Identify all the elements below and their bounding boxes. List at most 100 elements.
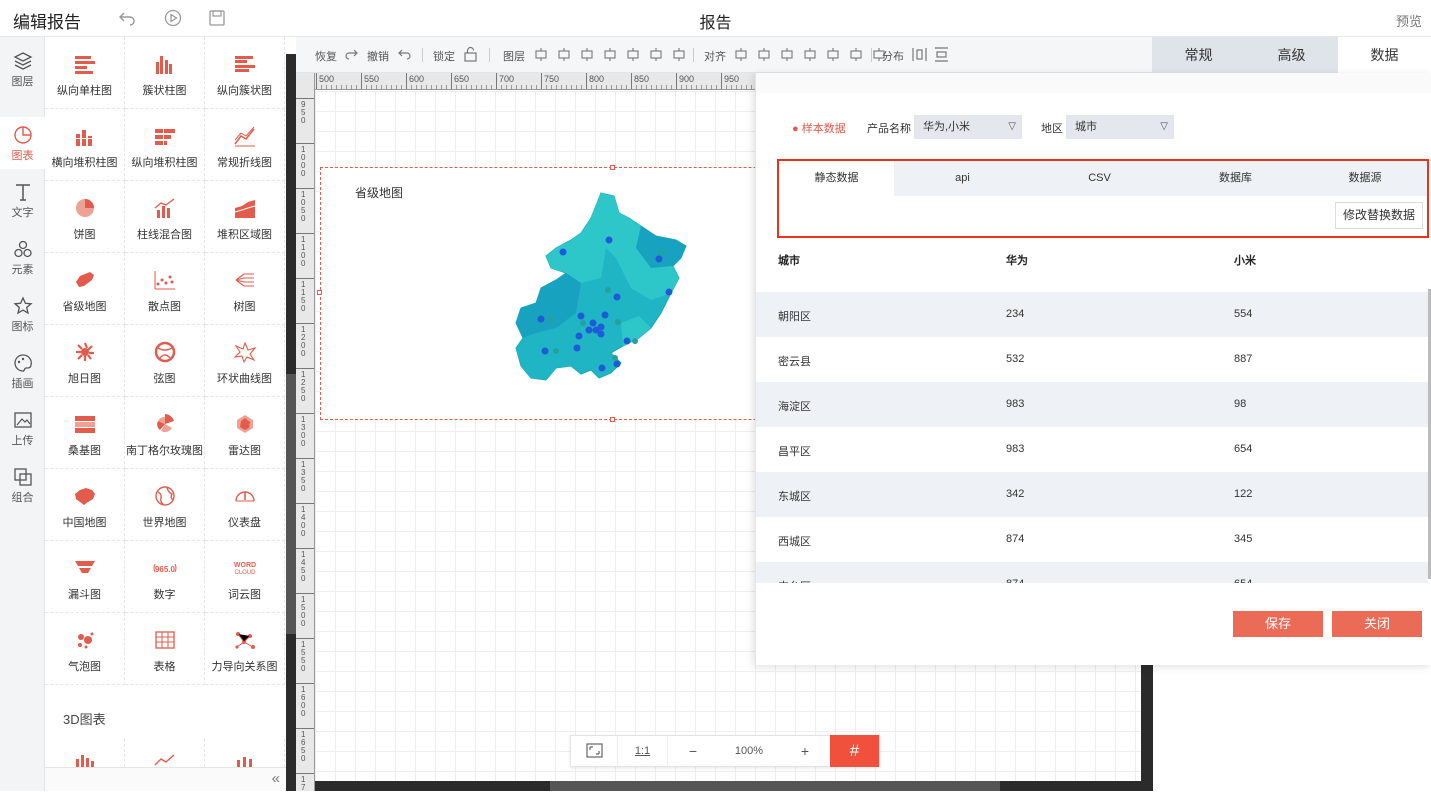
bring-top-icon[interactable] xyxy=(580,47,594,62)
layer-button[interactable]: 图层 xyxy=(503,48,525,64)
chart-item[interactable]: 弦图 xyxy=(125,325,205,397)
nav-charts[interactable]: 图表 xyxy=(0,117,45,169)
bring-front-icon[interactable] xyxy=(557,47,571,62)
chart-item[interactable]: 桑基图 xyxy=(45,397,125,469)
redo-button[interactable]: 恢复 xyxy=(315,48,337,64)
align-bottom-icon[interactable] xyxy=(849,47,863,62)
chart-item[interactable]: 纵向簇状图 xyxy=(205,37,285,109)
chart-item[interactable]: 旭日图 xyxy=(45,325,125,397)
replace-data-button[interactable]: 修改替换数据 xyxy=(1335,202,1423,229)
nav-text[interactable]: 文字 xyxy=(0,174,45,226)
copy-icon[interactable] xyxy=(672,47,686,62)
align-left-icon[interactable] xyxy=(734,47,748,62)
nav-group[interactable]: 组合 xyxy=(0,459,45,511)
chart-item[interactable]: 纵向堆积柱图 xyxy=(125,109,205,181)
align-top-icon[interactable] xyxy=(803,47,817,62)
grid-toggle-button[interactable]: # xyxy=(830,735,879,767)
tab-static-data[interactable]: 静态数据 xyxy=(779,161,894,196)
chart-item[interactable]: 力导向关系图 xyxy=(205,613,285,685)
chart-item[interactable]: 气泡图 xyxy=(45,613,125,685)
tab-csv[interactable]: CSV xyxy=(1031,161,1168,196)
tab-advanced[interactable]: 高级 xyxy=(1245,37,1338,73)
align-right-icon[interactable] xyxy=(780,47,794,62)
svg-text:CLOUD: CLOUD xyxy=(234,570,256,576)
table-row[interactable]: 丰台区 874 654 xyxy=(756,562,1428,583)
chart-item[interactable]: 柱线混合图 xyxy=(125,181,205,253)
preview-button[interactable]: 预览 xyxy=(1396,11,1422,30)
table-row[interactable]: 密云县 532 887 xyxy=(756,337,1428,382)
chart-item[interactable]: 树图 xyxy=(205,253,285,325)
save-icon[interactable] xyxy=(208,9,226,27)
nav-illustration[interactable]: 插画 xyxy=(0,345,45,397)
zoom-out-button[interactable]: − xyxy=(668,736,718,766)
chart-item[interactable]: 环状曲线图 xyxy=(205,325,285,397)
table-row[interactable]: 海淀区 983 98 xyxy=(756,382,1428,427)
save-button[interactable]: 保存 xyxy=(1233,611,1323,637)
undo-icon[interactable] xyxy=(118,9,136,27)
align-center-icon[interactable] xyxy=(757,47,771,62)
area-icon xyxy=(234,200,255,218)
chart-3d-line[interactable] xyxy=(125,739,205,767)
distribute-v-icon[interactable] xyxy=(934,47,949,62)
align-middle-icon[interactable] xyxy=(826,47,840,62)
chart-item[interactable]: 漏斗图 xyxy=(45,541,125,613)
close-button[interactable]: 关闭 xyxy=(1332,611,1422,637)
cluster-bar-icon xyxy=(155,56,172,74)
ruler-vertical: 950 1000 1050 1100 1150 1200 1250 1300 1350 1400 1… xyxy=(296,73,315,792)
chart-item[interactable]: 横向堆积柱图 xyxy=(45,109,125,181)
delete-icon[interactable] xyxy=(649,47,663,62)
chart-item[interactable]: 表格 xyxy=(125,613,205,685)
chart-item[interactable]: 965.0 数字 xyxy=(125,541,205,613)
ruler-tick-label: 1600 xyxy=(301,685,306,718)
group-layer-icon[interactable] xyxy=(534,47,548,62)
nav-icons[interactable]: 图标 xyxy=(0,288,45,340)
table-row[interactable]: 西城区 874 345 xyxy=(756,517,1428,562)
chart-3d-bar[interactable] xyxy=(45,739,125,767)
chart-item[interactable]: 省级地图 xyxy=(45,253,125,325)
chart-item[interactable]: 堆积区域图 xyxy=(205,181,285,253)
nav-elements[interactable]: 元素 xyxy=(0,231,45,283)
canvas-horizontal-scrollbar[interactable] xyxy=(315,781,1141,791)
distribute-button[interactable]: 分布 xyxy=(882,48,904,64)
product-select[interactable]: 华为,小米 ▽ xyxy=(914,115,1022,139)
chart-item[interactable]: 世界地图 xyxy=(125,469,205,541)
chart-item[interactable]: 中国地图 xyxy=(45,469,125,541)
lock-icon[interactable] xyxy=(463,46,478,62)
tab-datasource[interactable]: 数据源 xyxy=(1303,161,1427,196)
chart-item[interactable]: 散点图 xyxy=(125,253,205,325)
chart-3d-scatter[interactable] xyxy=(205,739,285,767)
tab-general[interactable]: 常规 xyxy=(1152,37,1245,73)
zoom-in-button[interactable]: + xyxy=(780,736,830,766)
chart-item[interactable]: 南丁格尔玫瑰图 xyxy=(125,397,205,469)
chart-item[interactable]: 雷达图 xyxy=(205,397,285,469)
undo-button[interactable]: 撤销 xyxy=(367,48,389,64)
lock-button[interactable]: 锁定 xyxy=(433,48,455,64)
fit-screen-button[interactable] xyxy=(571,736,618,766)
align-button[interactable]: 对齐 xyxy=(704,48,726,64)
undo-toolbar-icon[interactable] xyxy=(397,47,412,62)
chart-item[interactable]: 仪表盘 xyxy=(205,469,285,541)
send-bottom-icon[interactable] xyxy=(603,47,617,62)
tab-data[interactable]: 数据 xyxy=(1338,37,1431,73)
hcluster-icon xyxy=(234,56,255,72)
distribute-h-icon[interactable] xyxy=(912,47,927,62)
region-select[interactable]: 城市 ▽ xyxy=(1066,115,1174,139)
actual-size-button[interactable]: 1:1 xyxy=(618,736,668,766)
send-back-icon[interactable] xyxy=(626,47,640,62)
tab-api[interactable]: api xyxy=(894,161,1031,196)
nav-layers[interactable]: 图层 xyxy=(0,43,45,95)
chart-item[interactable]: 常规折线图 xyxy=(205,109,285,181)
table-row[interactable]: 朝阳区 234 554 xyxy=(756,292,1428,337)
chart-item[interactable]: WORD CLOUD 词云图 xyxy=(205,541,285,613)
collapse-panel-button[interactable]: « xyxy=(45,767,286,791)
chart-item[interactable]: 饼图 xyxy=(45,181,125,253)
redo-icon[interactable] xyxy=(344,47,359,62)
panel-scrollbar[interactable] xyxy=(286,54,296,791)
chart-item[interactable]: 簇状柱图 xyxy=(125,37,205,109)
tab-database[interactable]: 数据库 xyxy=(1168,161,1303,196)
table-row[interactable]: 东城区 342 122 xyxy=(756,472,1428,517)
nav-upload[interactable]: 上传 xyxy=(0,402,45,454)
play-icon[interactable] xyxy=(164,9,182,27)
chart-item[interactable]: 纵向单柱图 xyxy=(45,37,125,109)
table-row[interactable]: 昌平区 983 654 xyxy=(756,427,1428,472)
